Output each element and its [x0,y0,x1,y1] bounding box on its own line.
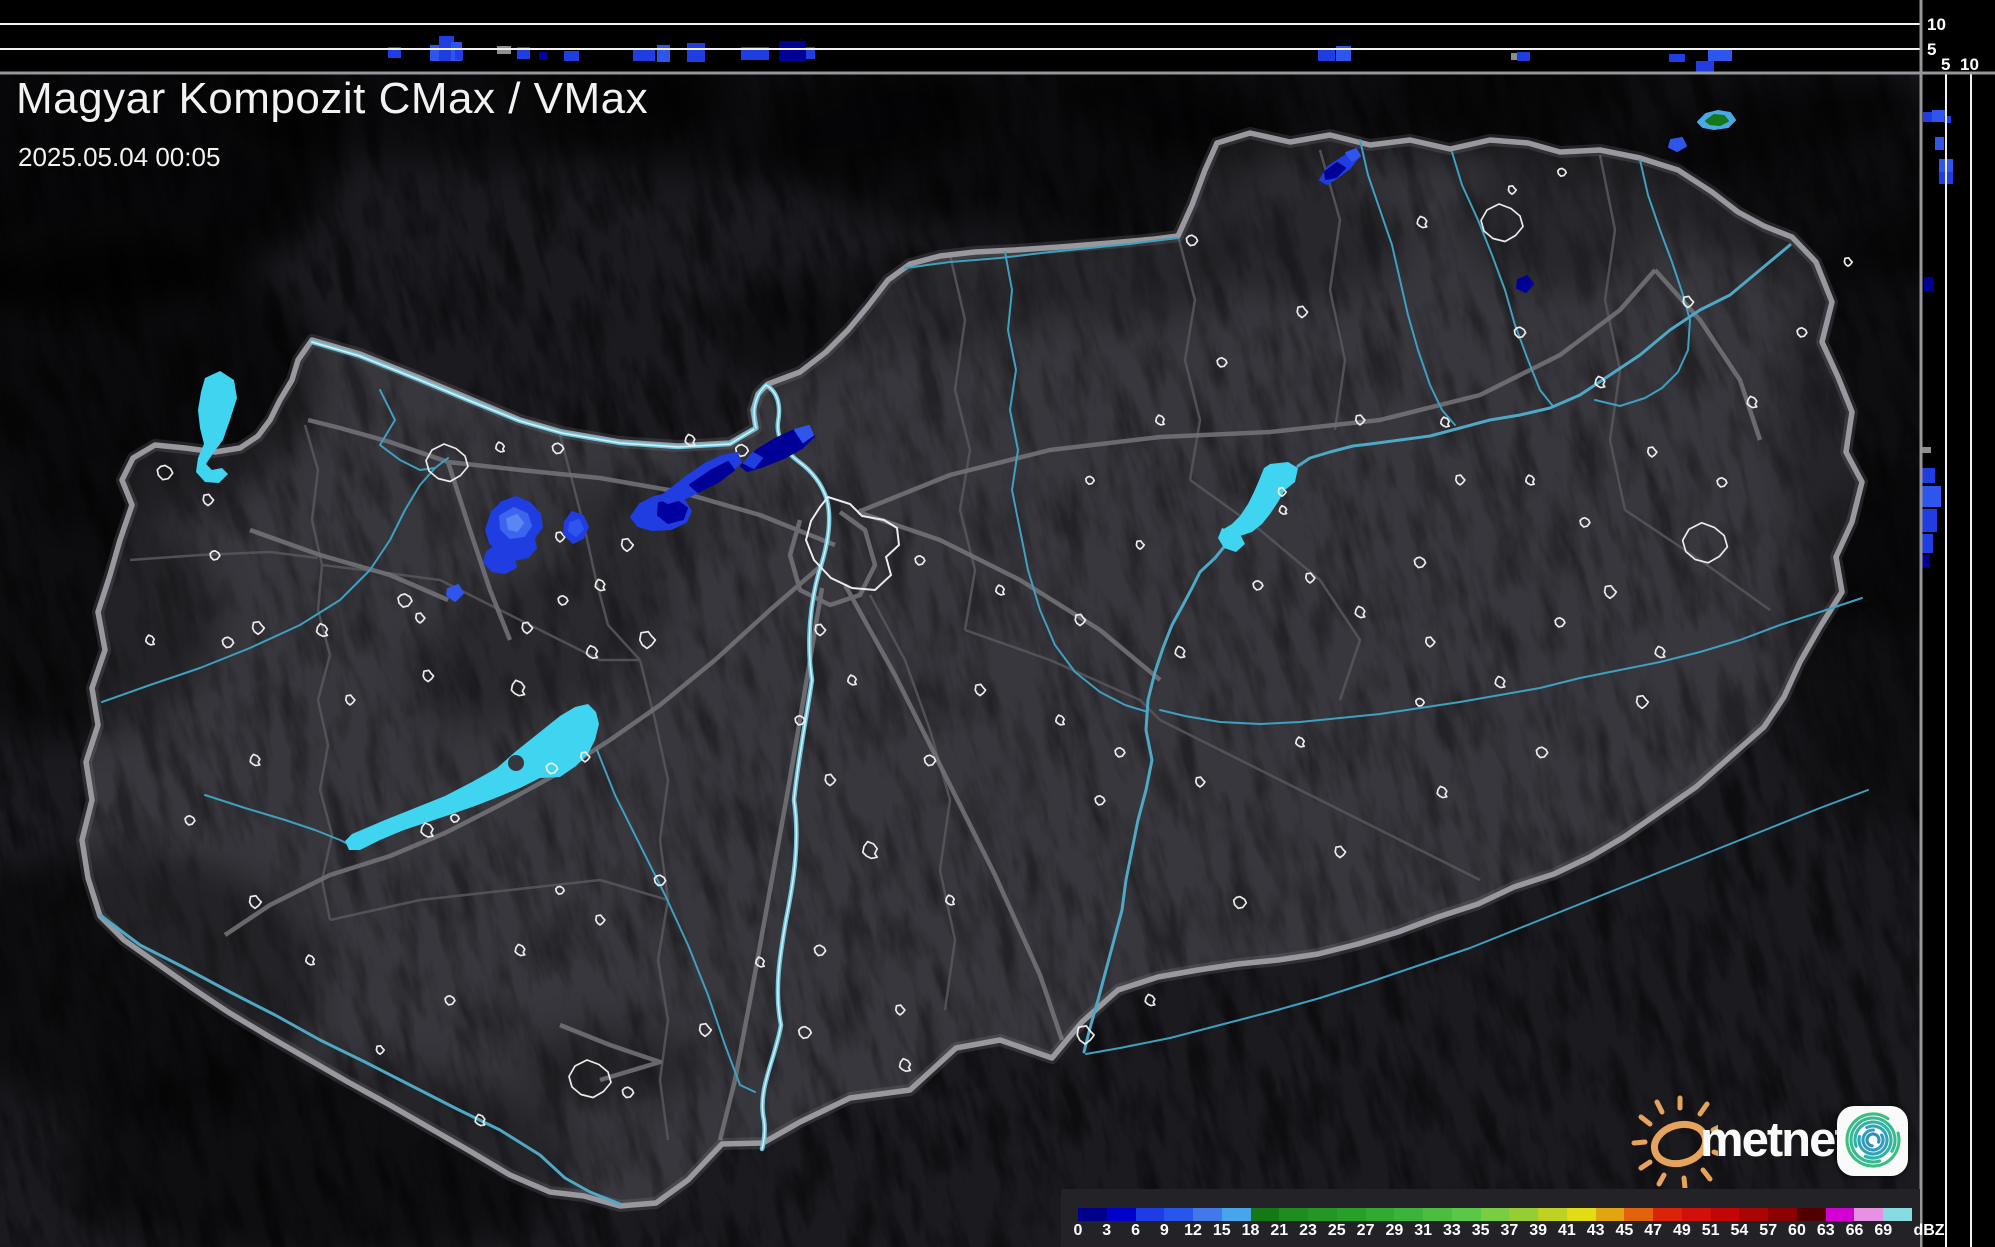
legend-color-box [1106,1208,1136,1221]
legend-color-box [1193,1208,1223,1221]
vmax-echo-mark [687,43,705,62]
legend-color-box [1078,1208,1108,1221]
legend-color-box [1624,1208,1654,1221]
logo-brand-text: metnet [1700,1113,1851,1167]
legend-color-box [1883,1208,1913,1221]
vmax-echo-mark [1932,110,1945,122]
legend-color-box [1423,1208,1453,1221]
vmax-echo-mark [430,45,440,61]
metnet-app-icon [1837,1106,1908,1176]
vmax-echo-mark [564,51,579,61]
legend-color-box [1164,1208,1194,1221]
vmax-echo-mark [633,49,655,61]
radar-app-window: Magyar Kompozit CMax / VMax 2025.05.04 0… [0,0,1995,1247]
legend-color-box [1221,1208,1252,1221]
vmax-top-strip [0,0,1995,73]
legend-color-box [1451,1208,1482,1221]
legend-color-box [1538,1208,1568,1221]
legend-color-box [1768,1208,1798,1221]
vmax-echo-mark [1318,50,1335,61]
vmax-echo-mark [657,45,670,62]
legend-color-box [1250,1208,1280,1221]
timestamp: 2025.05.04 00:05 [18,142,221,172]
vmax-echo-mark [1708,49,1732,61]
legend-color-box [1566,1208,1597,1221]
vmax-echo-mark [1922,447,1931,453]
page-title: Magyar Kompozit CMax / VMax [16,74,649,123]
legend-color-box [1135,1208,1165,1221]
legend-color-box [1854,1208,1884,1221]
legend-color-box [1796,1208,1827,1221]
legend-value-label: 69 [1874,1222,1893,1239]
legend-unit-label: dBZ [1913,1222,1945,1239]
right-axis-label-10km: 10 [1960,55,1979,74]
vmax-echo-mark [1922,555,1930,568]
spiral-icon [1845,1112,1901,1168]
vmax-echo-mark [1922,534,1933,553]
legend-color-box [1365,1208,1395,1221]
vmax-echo-mark [1511,53,1517,60]
vmax-echo-mark [1922,509,1937,532]
vmax-echo-mark [1924,277,1933,291]
legend-color-box [1739,1208,1769,1221]
legend-color-box [1480,1208,1510,1221]
legend-color-box [1336,1208,1367,1221]
top-axis-label-10km: 10 [1927,15,1946,34]
vmax-echo-mark [539,52,547,60]
legend-color-box [1308,1208,1338,1221]
hungary-radar-map [0,0,1995,1247]
vmax-right-strip [1921,0,1995,1247]
legend-color-box [1681,1208,1712,1221]
vmax-echo-mark [455,50,463,60]
legend-color-box [1595,1208,1625,1221]
vmax-echo-mark [779,41,806,61]
legend-color-box [1279,1208,1309,1221]
vmax-echo-mark [1935,137,1944,150]
vmax-echo-mark [1517,52,1530,61]
vmax-echo-mark [1922,486,1941,507]
legend-color-box [1825,1208,1855,1221]
legend-color-box [1394,1208,1424,1221]
vmax-echo-mark [1922,468,1935,483]
top-axis-label-5km: 5 [1927,40,1937,59]
dbz-color-scale: 0 3 6 9 12 15 18 21 23 25 27 29 31 33 35 37 39 41 43 45 47 49… [1061,1189,1945,1247]
right-axis-label-5km: 5 [1941,55,1951,74]
legend-color-box [1710,1208,1740,1221]
tihany-peninsula [508,755,524,771]
metnet-logo: metnet [1628,1088,1920,1188]
vmax-echo-mark [1669,54,1685,62]
legend-color-box [1509,1208,1539,1221]
vmax-echo-mark [1696,61,1714,72]
legend-color-box [1653,1208,1683,1221]
